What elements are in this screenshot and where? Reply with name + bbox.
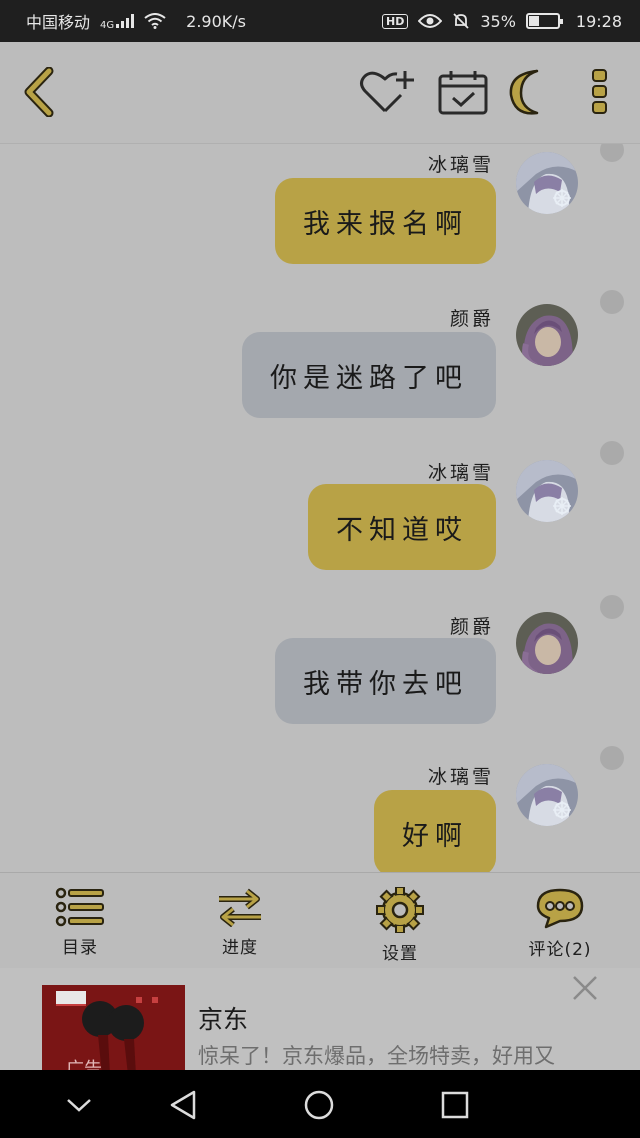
sender-name: 冰璃雪 xyxy=(427,766,494,788)
unread-dot xyxy=(600,441,624,465)
message-bubble[interactable]: 好啊 xyxy=(374,790,496,872)
wifi-icon xyxy=(144,13,166,29)
triangle-back-icon xyxy=(170,1090,196,1120)
square-recents-icon xyxy=(441,1091,469,1119)
nav-item-comments[interactable]: 评论(2) xyxy=(480,873,640,968)
status-bar: 中国移动 4G 2.90K/s HD 35% 19:28 xyxy=(0,0,640,42)
nav-label: 评论(2) xyxy=(528,940,592,960)
hd-badge: HD xyxy=(381,13,409,29)
ad-title: 京东 xyxy=(198,1005,249,1034)
swap-arrows-icon xyxy=(219,888,261,927)
favorite-button[interactable] xyxy=(358,64,418,120)
comment-bubble-icon xyxy=(536,888,584,929)
top-toolbar xyxy=(0,42,640,144)
ad-banner[interactable]: 广告 京东 惊呆了！京东爆品，全场特卖，好用又 xyxy=(0,968,640,1070)
battery-fill xyxy=(528,16,539,26)
more-vertical-icon xyxy=(592,69,607,114)
eye-icon xyxy=(418,14,443,28)
hide-nav-button[interactable] xyxy=(62,1088,96,1122)
sender-name: 颜爵 xyxy=(449,616,494,638)
back-chevron-icon xyxy=(24,67,54,117)
unread-dot xyxy=(600,746,624,770)
calendar-check-icon xyxy=(438,71,488,115)
calendar-button[interactable] xyxy=(436,64,490,120)
unread-dot xyxy=(600,595,624,619)
heart-plus-icon xyxy=(360,71,414,113)
message-bubble[interactable]: 不知道哎 xyxy=(308,484,496,570)
network-type: 4G xyxy=(100,20,115,31)
signal-icon xyxy=(116,14,135,28)
list-icon xyxy=(55,887,104,927)
nav-label: 设置 xyxy=(382,944,418,964)
avatar-ice-girl xyxy=(516,152,578,214)
avatar-purple-hair-girl xyxy=(516,612,578,674)
unread-dot xyxy=(600,144,624,162)
status-right: HD 35% 19:28 xyxy=(381,11,622,31)
back-button[interactable] xyxy=(16,64,60,120)
sender-name: 冰璃雪 xyxy=(427,154,494,176)
nav-item-settings[interactable]: 设置 xyxy=(320,873,480,968)
message-bubble[interactable]: 你是迷路了吧 xyxy=(242,332,496,418)
nav-label: 目录 xyxy=(62,938,98,958)
recents-button[interactable] xyxy=(438,1088,472,1122)
avatar-ice-girl xyxy=(516,764,578,826)
chevron-down-icon xyxy=(67,1099,91,1112)
nav-item-catalog[interactable]: 目录 xyxy=(0,873,160,968)
circle-home-icon xyxy=(304,1090,334,1120)
chat-message: 冰璃雪 不知道哎 xyxy=(0,441,640,602)
avatar[interactable] xyxy=(516,764,578,826)
mute-bell-icon xyxy=(453,13,469,29)
night-mode-button[interactable] xyxy=(506,64,556,120)
chat-area[interactable]: 冰璃雪 我来报名啊 颜爵 你是迷路了吧 冰璃雪 不知道哎 颜爵 我带你去吧 冰璃… xyxy=(0,144,640,872)
battery-icon xyxy=(525,13,563,29)
system-navigation-bar xyxy=(0,1070,640,1138)
status-left: 中国移动 4G 2.90K/s xyxy=(26,9,246,33)
nav-label: 进度 xyxy=(222,938,258,958)
unread-dot xyxy=(600,290,624,314)
ad-description: 惊呆了！京东爆品，全场特卖，好用又 xyxy=(198,1044,555,1068)
moon-icon xyxy=(509,69,539,115)
avatar[interactable] xyxy=(516,460,578,522)
sender-name: 冰璃雪 xyxy=(427,462,494,484)
chat-message: 冰璃雪 好啊 xyxy=(0,746,640,872)
avatar[interactable] xyxy=(516,304,578,366)
more-button[interactable] xyxy=(588,64,612,120)
battery-percent: 35% xyxy=(480,11,516,31)
system-back-button[interactable] xyxy=(166,1088,200,1122)
avatar-ice-girl xyxy=(516,460,578,522)
avatar-purple-hair-girl xyxy=(516,304,578,366)
carrier-name: 中国移动 xyxy=(26,13,91,32)
sender-name: 颜爵 xyxy=(449,308,494,330)
close-icon xyxy=(573,976,597,1000)
avatar[interactable] xyxy=(516,152,578,214)
chat-message: 颜爵 你是迷路了吧 xyxy=(0,290,640,448)
avatar[interactable] xyxy=(516,612,578,674)
nav-item-progress[interactable]: 进度 xyxy=(160,873,320,968)
message-bubble[interactable]: 我带你去吧 xyxy=(275,638,496,724)
clock-time: 19:28 xyxy=(575,11,622,31)
ad-image[interactable]: 广告 xyxy=(42,985,185,1070)
chat-message: 冰璃雪 我来报名啊 xyxy=(0,144,640,294)
network-speed: 2.90K/s xyxy=(186,11,246,31)
bottom-nav: 目录 进度 设置 评论(2) xyxy=(0,872,640,968)
ad-image-caption: 广告 xyxy=(66,1059,102,1070)
chat-message: 颜爵 我带你去吧 xyxy=(0,595,640,756)
message-bubble[interactable]: 我来报名啊 xyxy=(275,178,496,264)
gear-icon xyxy=(376,887,424,933)
ad-close-button[interactable] xyxy=(570,973,600,1003)
ad-product-image xyxy=(42,985,185,1070)
home-button[interactable] xyxy=(302,1088,336,1122)
